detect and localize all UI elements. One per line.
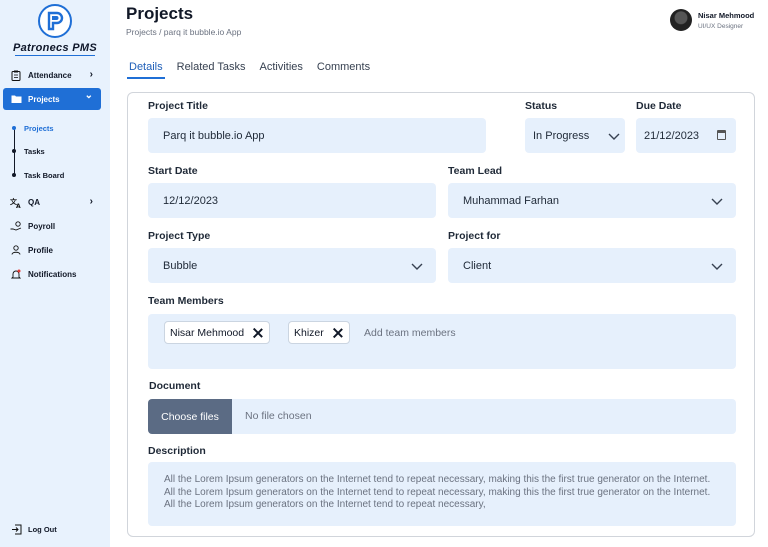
project-for-value: Client <box>463 259 492 272</box>
sidebar-item-notifications[interactable]: Notifications <box>0 263 110 285</box>
close-icon[interactable] <box>253 328 263 338</box>
sidebar-item-profile[interactable]: Profile <box>0 239 110 261</box>
team-members-placeholder[interactable]: Add team members <box>364 327 456 339</box>
sidebar-item-label: Poyroll <box>28 221 56 231</box>
sidebar-item-label: Projects <box>28 94 60 104</box>
sidebar-item-payroll[interactable]: Poyroll <box>0 215 110 237</box>
close-icon[interactable] <box>333 328 343 338</box>
team-lead-select[interactable]: Muhammad Farhan <box>448 183 736 218</box>
bullet-icon <box>12 149 16 153</box>
user-icon <box>10 244 22 256</box>
subnav-label: Tasks <box>24 146 45 156</box>
start-date-value: 12/12/2023 <box>163 194 219 207</box>
team-members-label: Team Members <box>148 295 224 307</box>
due-date-label: Due Date <box>636 100 682 112</box>
chevron-down-icon <box>608 133 620 140</box>
description-label: Description <box>148 445 206 457</box>
user-role: UI/UX Designer <box>698 22 744 30</box>
choose-files-button[interactable]: Choose files <box>148 399 232 434</box>
logout-button[interactable]: Log Out <box>10 523 57 535</box>
tab-related-tasks[interactable]: Related Tasks <box>175 61 248 79</box>
project-type-value: Bubble <box>163 259 198 272</box>
sidebar-item-projects[interactable]: Projects ⌄ <box>3 88 101 110</box>
document-label: Document <box>149 380 201 392</box>
chevron-down-icon <box>711 263 723 270</box>
user-profile[interactable]: Nisar Mehmood UI/UX Designer <box>670 9 754 31</box>
sidebar-item-label: QA <box>28 197 40 207</box>
folder-icon <box>10 93 22 105</box>
team-lead-value: Muhammad Farhan <box>463 194 559 207</box>
user-name: Nisar Mehmood <box>698 10 755 20</box>
tab-details[interactable]: Details <box>127 61 165 79</box>
projects-subnav: Projects Tasks Task Board <box>12 118 103 182</box>
sidebar-item-label: Notifications <box>28 269 77 279</box>
brand-name: Patronecs PMS <box>13 42 97 54</box>
project-title-input[interactable]: Parq it bubble.io App <box>148 118 486 153</box>
bullet-icon <box>12 173 16 177</box>
sidebar-item-attendance[interactable]: Attendance › <box>0 64 110 86</box>
project-type-label: Project Type <box>148 230 211 242</box>
due-date-input[interactable]: 21/12/2023 <box>636 118 736 153</box>
avatar <box>670 9 692 31</box>
due-date-value: 21/12/2023 <box>644 129 700 142</box>
brand-logo[interactable]: Patronecs PMS <box>0 4 110 56</box>
chevron-down-icon <box>411 263 423 270</box>
bell-icon <box>10 268 22 280</box>
chevron-right-icon: › <box>89 69 93 80</box>
subnav-item-projects[interactable]: Projects <box>12 121 54 135</box>
chevron-down-icon: ⌄ <box>84 90 93 101</box>
money-hand-icon <box>10 220 22 232</box>
sidebar-item-label: Profile <box>28 245 53 255</box>
sidebar: Patronecs PMS Attendance › Projects ⌄ Pr… <box>0 0 110 547</box>
svg-text:A: A <box>16 203 21 208</box>
logout-icon <box>10 523 22 535</box>
tab-bar: Details Related Tasks Activities Comment… <box>127 61 372 79</box>
user-info: Nisar Mehmood UI/UX Designer <box>698 11 754 30</box>
member-chip-label: Nisar Mehmood <box>170 326 245 339</box>
logo-icon <box>38 4 72 38</box>
description-textarea[interactable]: All the Lorem Ipsum generators on the In… <box>148 462 736 526</box>
subnav-item-tasks[interactable]: Tasks <box>12 144 45 158</box>
logout-label: Log Out <box>28 524 57 534</box>
project-type-select[interactable]: Bubble <box>148 248 436 283</box>
tab-activities[interactable]: Activities <box>258 61 305 79</box>
page-title: Projects <box>126 4 194 23</box>
bullet-icon <box>12 126 16 130</box>
project-for-label: Project for <box>448 230 501 242</box>
chevron-right-icon: › <box>89 196 93 207</box>
start-date-input[interactable]: 12/12/2023 <box>148 183 436 218</box>
app-root: Patronecs PMS Attendance › Projects ⌄ Pr… <box>0 0 768 547</box>
subnav-label: Projects <box>24 123 54 133</box>
project-title-value: Parq it bubble.io App <box>163 129 265 142</box>
team-lead-label: Team Lead <box>448 165 503 177</box>
document-file-input: Choose files No file chosen <box>148 399 736 434</box>
chevron-down-icon <box>711 198 723 205</box>
start-date-label: Start Date <box>148 165 198 177</box>
breadcrumb[interactable]: Projects / parq it bubble.io App <box>126 27 241 37</box>
team-members-input[interactable]: Nisar Mehmood Khizer Add team members <box>148 314 736 369</box>
clipboard-icon <box>10 69 22 81</box>
status-select[interactable]: In Progress <box>525 118 625 153</box>
project-details-form: Project Title Parq it bubble.io App Stat… <box>127 92 755 537</box>
project-for-select[interactable]: Client <box>448 248 736 283</box>
subnav-item-task-board[interactable]: Task Board <box>12 168 65 182</box>
translate-icon: 文A <box>10 196 22 208</box>
file-status: No file chosen <box>245 410 312 422</box>
subnav-label: Task Board <box>24 170 65 180</box>
sidebar-item-qa[interactable]: 文A QA › <box>0 191 110 213</box>
sidebar-item-label: Attendance <box>28 70 72 80</box>
tab-comments[interactable]: Comments <box>315 61 372 79</box>
status-value: In Progress <box>533 129 590 142</box>
member-chip: Nisar Mehmood <box>164 321 271 344</box>
member-chip-label: Khizer <box>294 326 324 339</box>
calendar-icon[interactable] <box>717 130 726 140</box>
brand-underline <box>15 55 95 56</box>
project-title-label: Project Title <box>148 100 208 112</box>
member-chip: Khizer <box>288 321 350 344</box>
status-label: Status <box>525 100 558 112</box>
